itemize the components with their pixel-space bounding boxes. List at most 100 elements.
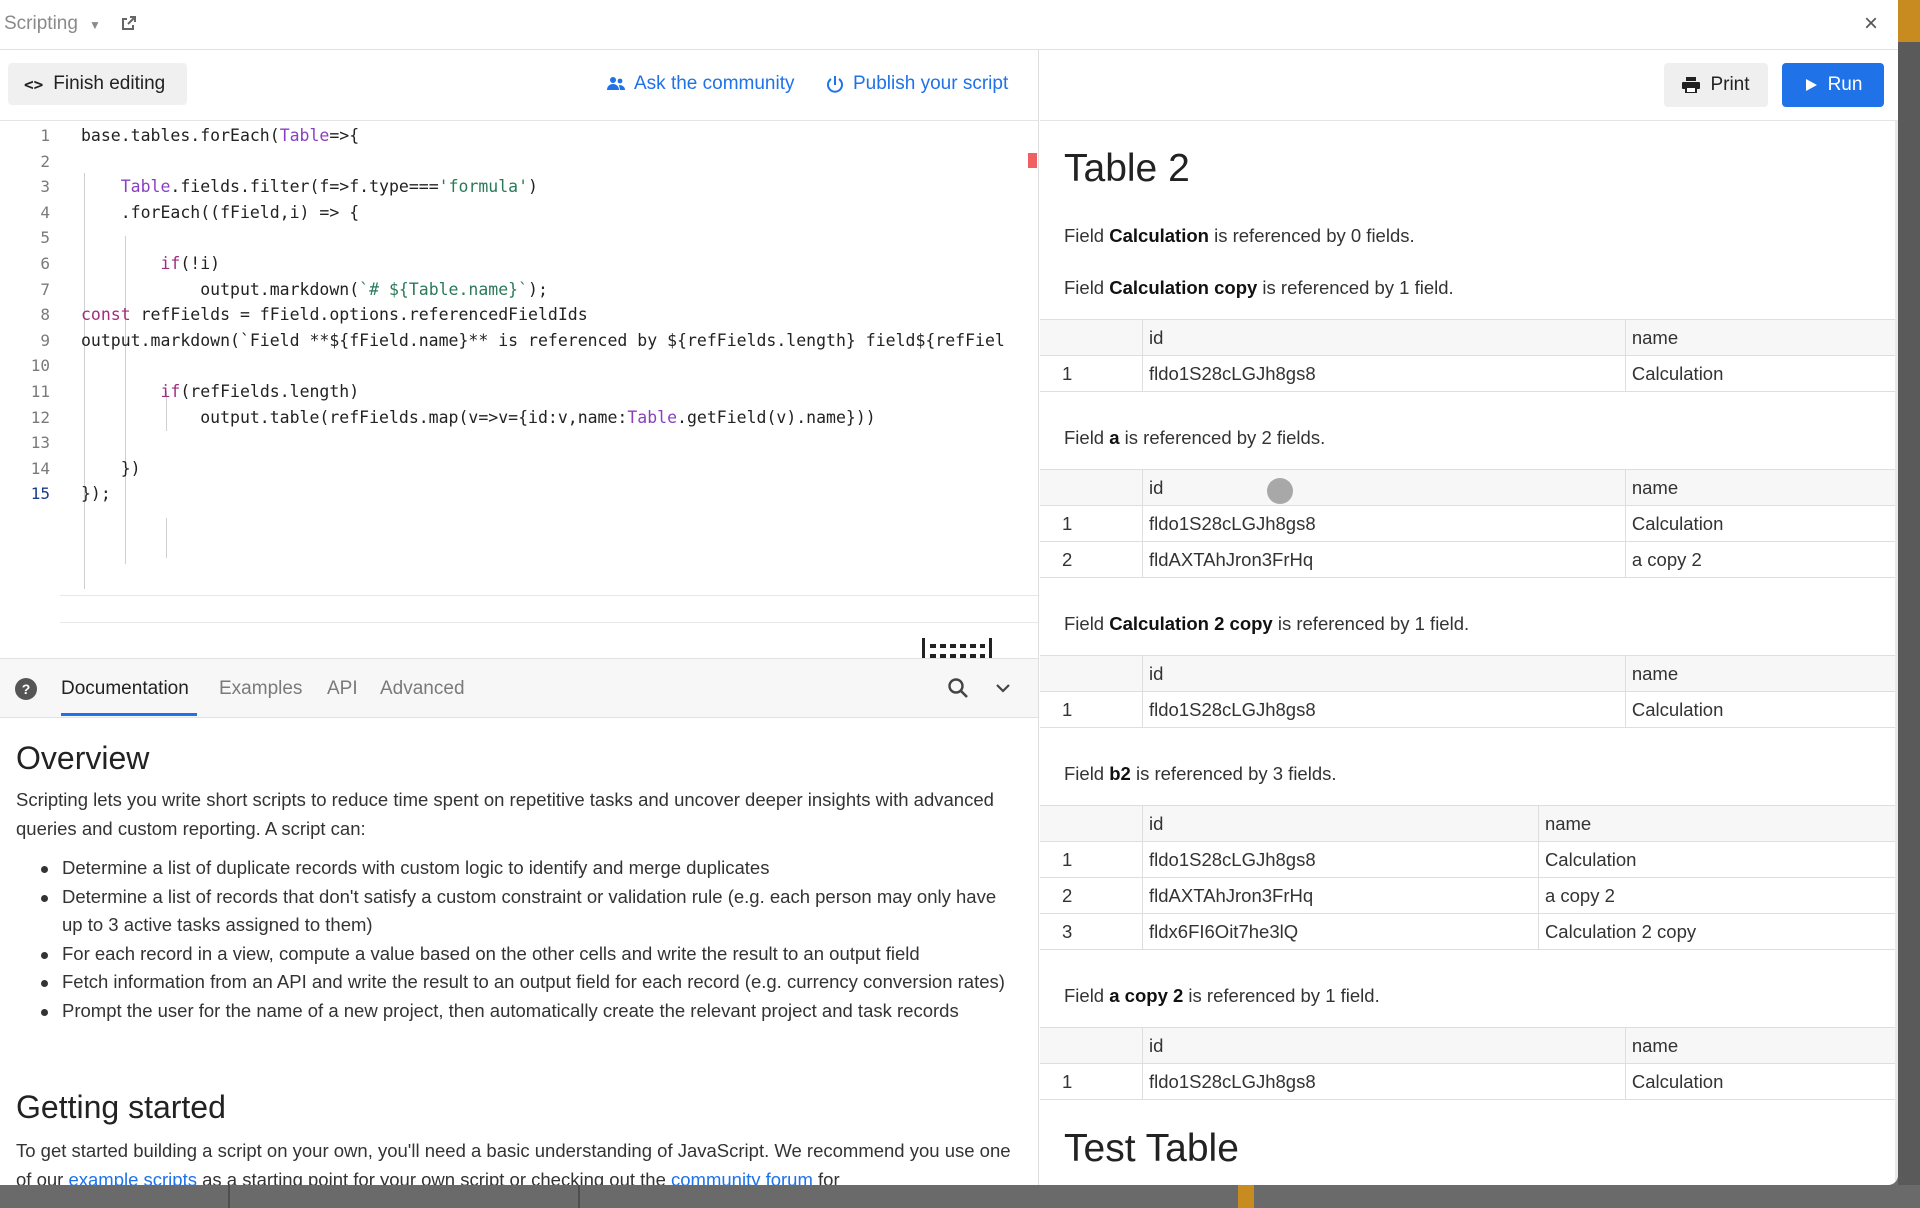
field-text-suffix: is referenced by 1 field. (1272, 613, 1470, 634)
field-text-suffix: is referenced by 3 fields. (1130, 763, 1337, 784)
run-label: Run (1827, 74, 1863, 95)
error-marker (1028, 153, 1037, 168)
id-column-header: id (1142, 805, 1539, 842)
chevron-down-icon[interactable] (994, 681, 1012, 695)
example-scripts-link[interactable]: example scripts (68, 1169, 197, 1186)
table-header-row: id name (1040, 805, 1895, 842)
list-item: Fetch information from an API and write … (16, 968, 1016, 997)
code-line: }) (81, 458, 141, 478)
external-link-icon[interactable] (121, 15, 137, 31)
row-number: 1 (1040, 355, 1143, 392)
field-text-suffix: is referenced by 2 fields. (1119, 427, 1326, 448)
table-row[interactable]: 1 fldo1S28cLGJh8gs8 Calculation (1040, 355, 1895, 392)
community-forum-link[interactable]: community forum (671, 1169, 813, 1186)
close-icon[interactable]: × (1864, 10, 1878, 38)
row-number-header (1040, 1027, 1143, 1064)
field-name-cell: a copy 2 (1538, 877, 1895, 914)
getting-started-text-part: for (812, 1168, 840, 1186)
field-reference-text: Field a copy 2 is referenced by 1 field. (1064, 985, 1380, 1007)
field-name: a (1109, 427, 1120, 448)
line-number: 1 (40, 126, 50, 145)
finish-editing-button[interactable]: <> Finish editing (8, 63, 187, 105)
table-header-row: id name (1040, 469, 1895, 506)
row-number-header (1040, 319, 1143, 356)
field-reference-text: Field Calculation copy is referenced by … (1064, 277, 1454, 299)
field-text-suffix: is referenced by 0 fields. (1208, 225, 1415, 246)
row-number: 1 (1040, 841, 1143, 878)
field-name: Calculation copy (1109, 277, 1258, 298)
tab-advanced[interactable]: Advanced (380, 678, 465, 700)
name-column-header: name (1625, 469, 1895, 506)
field-reference-text: Field Calculation 2 copy is referenced b… (1064, 613, 1469, 635)
next-table-heading: Test Table (1064, 1127, 1239, 1170)
line-number: 5 (40, 228, 50, 248)
field-id-cell: fldo1S28cLGJh8gs8 (1142, 841, 1539, 878)
indent-guide (84, 173, 85, 589)
field-id-cell: fldx6FI6Oit7he3lQ (1142, 913, 1539, 950)
field-name: a copy 2 (1109, 985, 1184, 1006)
table-row[interactable]: 2 fldAXTAhJron3FrHq a copy 2 (1040, 541, 1895, 578)
field-text-prefix: Field (1064, 225, 1110, 246)
field-text-prefix: Field (1064, 427, 1110, 448)
publish-script-button[interactable]: Publish your script (826, 73, 1008, 95)
name-column-header: name (1625, 319, 1895, 356)
capability-list: Determine a list of duplicate records wi… (16, 854, 1016, 1025)
line-number: 4 (40, 202, 50, 222)
getting-started-text: To get started building a script on your… (16, 1137, 1016, 1185)
output-table: id name 1 fldo1S28cLGJh8gs8 Calculation (1040, 1027, 1895, 1100)
field-id-cell: fldAXTAhJron3FrHq (1142, 877, 1539, 914)
background-app (1898, 0, 1920, 1208)
field-id-cell: fldo1S28cLGJh8gs8 (1142, 355, 1626, 392)
table-row[interactable]: 3 fldx6FI6Oit7he3lQ Calculation 2 copy (1040, 913, 1895, 950)
tab-examples[interactable]: Examples (219, 678, 302, 700)
editor-pane: <> Finish editing Ask the community Publ… (0, 50, 1039, 1185)
code-line: .forEach((fField,i) => { (81, 202, 360, 222)
field-id-cell: fldo1S28cLGJh8gs8 (1142, 691, 1626, 728)
search-icon[interactable] (947, 677, 969, 699)
print-label: Print (1710, 74, 1750, 95)
field-name: Calculation 2 copy (1109, 613, 1273, 634)
tab-api[interactable]: API (327, 678, 358, 700)
users-icon (607, 77, 625, 90)
background-accent-bottom (1238, 1185, 1254, 1208)
code-line: output.table(refFields.map(v=>v={id:v,na… (81, 407, 876, 427)
print-button[interactable]: Print (1664, 63, 1768, 107)
table-heading: Table 2 (1064, 147, 1190, 190)
output-scrollbar[interactable] (1895, 121, 1898, 1185)
line-number: 7 (40, 279, 50, 299)
help-icon[interactable]: ? (15, 678, 37, 700)
code-line: Table.fields.filter(f=>f.type==='formula… (120, 177, 538, 197)
app-title[interactable]: Scripting (4, 13, 78, 35)
current-line-highlight (60, 595, 1038, 623)
editor-toolbar: <> Finish editing Ask the community Publ… (0, 50, 1038, 121)
line-number: 8 (40, 305, 50, 325)
field-name-cell: Calculation (1625, 505, 1895, 542)
background-divider (228, 1185, 230, 1208)
field-name-cell: a copy 2 (1625, 541, 1895, 578)
run-button[interactable]: Run (1782, 63, 1884, 107)
output-table: id name 1 fldo1S28cLGJh8gs8 Calculation 2 fldA… (1040, 469, 1895, 578)
code-line: const refFields = fField.options.referen… (81, 305, 588, 325)
publish-script-label: Publish your script (853, 73, 1009, 94)
table-row[interactable]: 1 fldo1S28cLGJh8gs8 Calculation (1040, 505, 1895, 542)
field-reference-text: Field b2 is referenced by 3 fields. (1064, 763, 1337, 785)
play-icon (1805, 79, 1817, 91)
getting-started-text-part: as a starting point for your own script … (196, 1168, 672, 1186)
table-row[interactable]: 1 fldo1S28cLGJh8gs8 Calculation (1040, 691, 1895, 728)
script-output: Table 2 Field Calculation is referenced b… (1040, 121, 1895, 1185)
table-row[interactable]: 1 fldo1S28cLGJh8gs8 Calculation (1040, 841, 1895, 878)
list-item: Determine a list of records that don't s… (16, 883, 1016, 940)
table-row[interactable]: 2 fldAXTAhJron3FrHq a copy 2 (1040, 877, 1895, 914)
field-reference-text: Field Calculation is referenced by 0 fie… (1064, 225, 1415, 247)
row-number: 1 (1040, 691, 1143, 728)
code-editor[interactable]: 1 2 3 4 5 6 7 8 9 10 11 12 13 14 15 base.tables.forEac… (0, 121, 1038, 678)
overview-text: Scripting lets you write short scripts t… (16, 789, 994, 839)
field-name: b2 (1109, 763, 1131, 784)
tab-documentation[interactable]: Documentation (61, 678, 189, 700)
field-id-cell: fldo1S28cLGJh8gs8 (1142, 505, 1626, 542)
table-row[interactable]: 1 fldo1S28cLGJh8gs8 Calculation (1040, 1063, 1895, 1100)
output-table: id name 1 fldo1S28cLGJh8gs8 Calculation 2 fldA… (1040, 805, 1895, 950)
documentation-tab-bar: ? Documentation Examples API Advanced (0, 658, 1038, 718)
caret-down-icon[interactable]: ▼ (89, 18, 101, 32)
ask-community-button[interactable]: Ask the community (607, 73, 795, 95)
